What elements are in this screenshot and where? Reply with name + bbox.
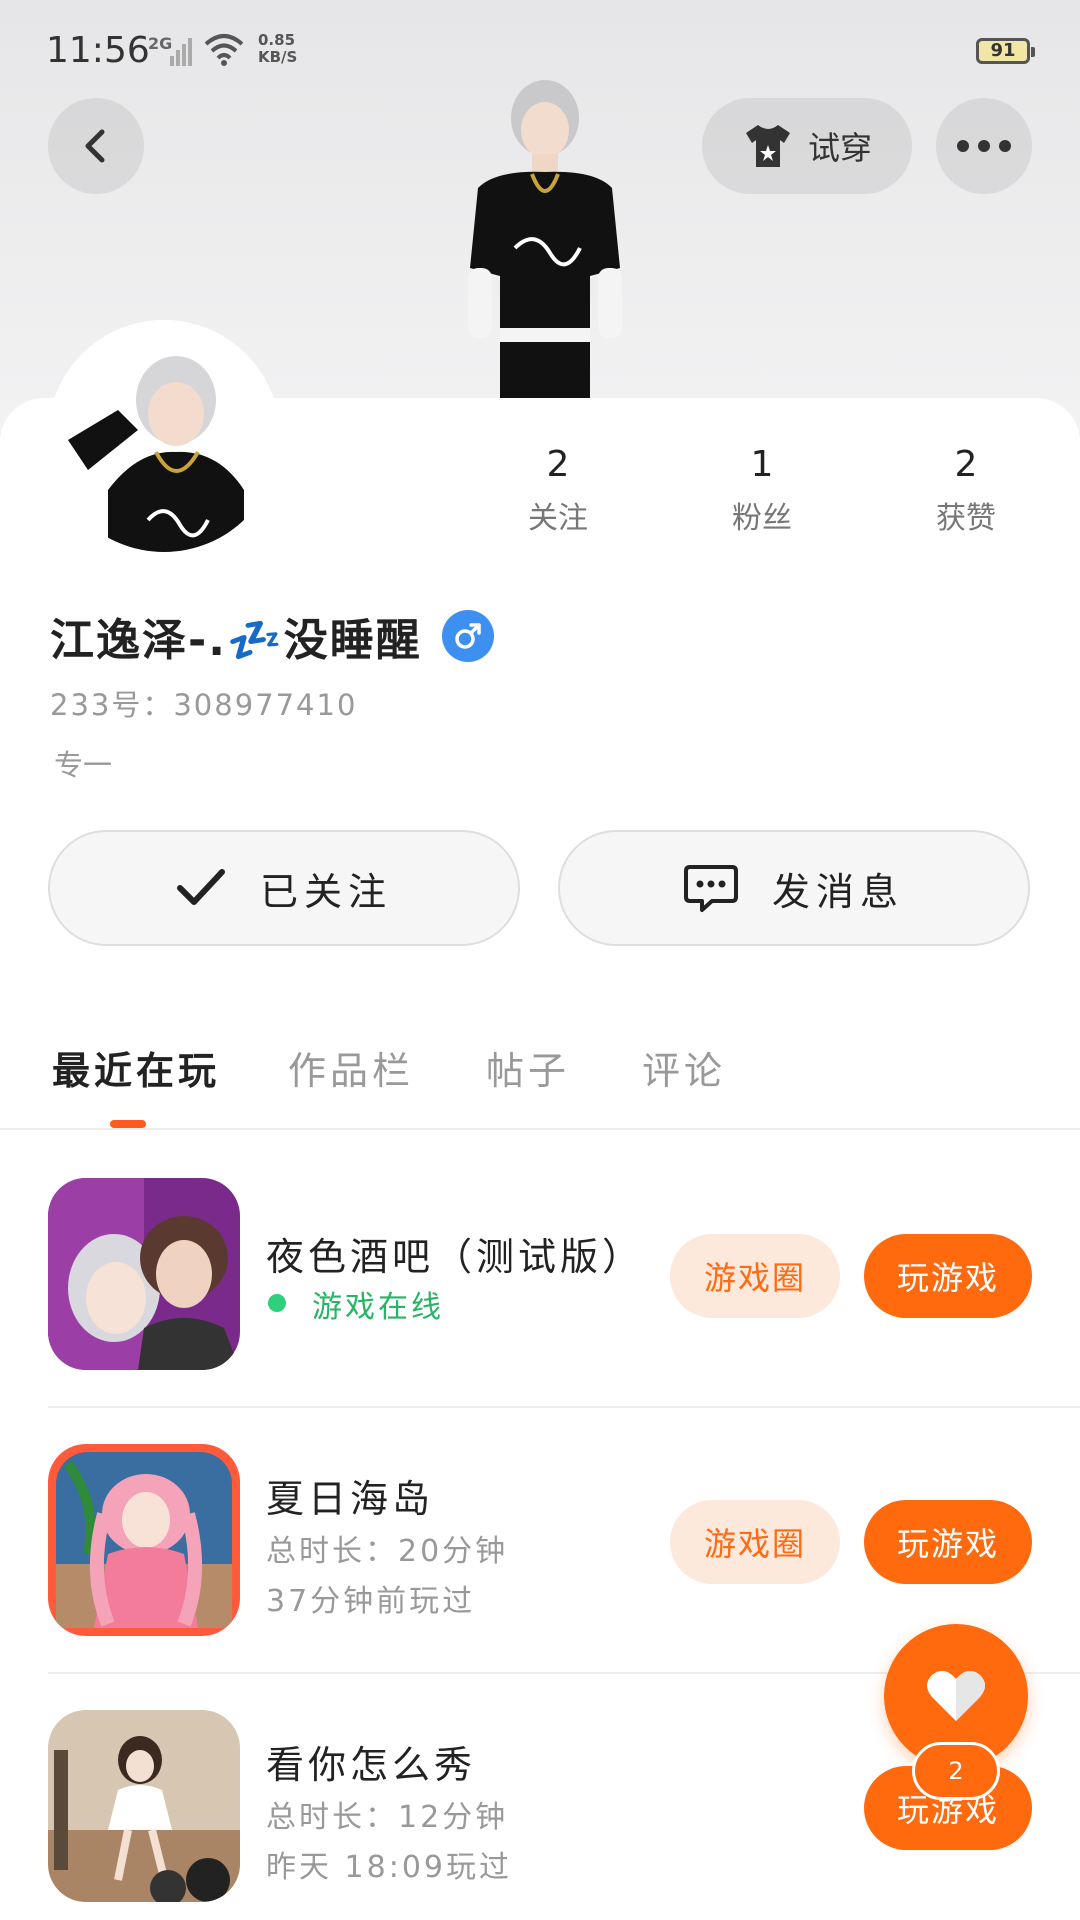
user-bio: 专一 bbox=[54, 748, 113, 782]
profile-screen: 11:56 2G 0.85 KB/S 91 试穿 2 关注 1 粉丝 2 获赞 … bbox=[0, 0, 1080, 1920]
tshirt-icon bbox=[745, 125, 790, 167]
chat-bubble-icon bbox=[683, 865, 738, 912]
avatar-image bbox=[48, 320, 280, 552]
play-game-button[interactable]: 玩游戏 bbox=[864, 1234, 1032, 1318]
game-icon[interactable] bbox=[48, 1178, 240, 1370]
online-dot bbox=[268, 1294, 286, 1312]
play-game-button[interactable]: 玩游戏 bbox=[864, 1500, 1032, 1584]
speed-unit: KB/S bbox=[258, 48, 298, 66]
game-duration: 总时长：20分钟 bbox=[266, 1534, 509, 1569]
stat-following[interactable]: 2 关注 bbox=[498, 444, 618, 537]
game-duration: 总时长：12分钟 bbox=[266, 1800, 509, 1835]
divider bbox=[48, 1406, 1080, 1408]
stat-label: 获赞 bbox=[936, 501, 996, 536]
following-button[interactable]: 已关注 bbox=[48, 830, 520, 946]
tab-works[interactable]: 作品栏 bbox=[288, 1040, 414, 1095]
user-id: 233号：308977410 bbox=[50, 688, 358, 722]
game-last-played: 昨天 18:09玩过 bbox=[266, 1850, 512, 1885]
network-type: 2G bbox=[148, 34, 173, 53]
battery-level: 91 bbox=[990, 40, 1016, 61]
game-status: 游戏在线 bbox=[312, 1290, 444, 1325]
user-name: 江逸泽-.💤没睡醒 bbox=[50, 615, 422, 666]
game-title: 夏日海岛 bbox=[266, 1477, 435, 1521]
chevron-left-icon bbox=[85, 129, 105, 163]
battery-icon: 91 bbox=[976, 38, 1035, 64]
game-circle-button[interactable]: 游戏圈 bbox=[670, 1500, 840, 1584]
tab-comments[interactable]: 评论 bbox=[642, 1040, 726, 1095]
stat-label: 粉丝 bbox=[732, 501, 792, 536]
game-icon[interactable] bbox=[48, 1710, 240, 1902]
game-circle-button[interactable]: 游戏圈 bbox=[670, 1234, 840, 1318]
network-speed: 0.85 KB/S bbox=[258, 32, 297, 66]
game-title: 夜色酒吧（测试版） bbox=[266, 1235, 645, 1279]
more-button[interactable] bbox=[936, 98, 1032, 194]
speed-value: 0.85 bbox=[258, 31, 296, 49]
game-row[interactable]: 夜色酒吧（测试版） 游戏在线 游戏圈 玩游戏 bbox=[0, 1178, 1080, 1442]
profile-tabs: 最近在玩 作品栏 帖子 评论 bbox=[0, 1030, 1080, 1130]
send-message-label: 发消息 bbox=[771, 869, 904, 914]
character-figure bbox=[468, 80, 622, 398]
send-message-button[interactable]: 发消息 bbox=[558, 830, 1030, 946]
active-tab-indicator bbox=[110, 1120, 146, 1128]
like-count: 2 bbox=[948, 1757, 964, 1785]
like-count-badge: 2 bbox=[912, 1742, 1000, 1800]
try-on-button[interactable]: 试穿 bbox=[702, 98, 912, 194]
wifi-icon bbox=[204, 34, 244, 66]
more-dots-icon bbox=[957, 140, 1011, 152]
following-label: 已关注 bbox=[259, 869, 392, 914]
try-on-label: 试穿 bbox=[807, 129, 872, 167]
divider bbox=[0, 1128, 1080, 1130]
name-row: 江逸泽-.💤没睡醒 bbox=[50, 604, 494, 668]
game-title: 看你怎么秀 bbox=[266, 1743, 477, 1787]
heart-icon bbox=[927, 1670, 985, 1721]
stat-label: 关注 bbox=[528, 501, 588, 536]
status-bar: 11:56 2G 0.85 KB/S 91 bbox=[0, 0, 1080, 100]
tab-recently-played[interactable]: 最近在玩 bbox=[52, 1040, 220, 1095]
game-last-played: 37分钟前玩过 bbox=[266, 1584, 476, 1619]
stat-value: 2 bbox=[954, 444, 978, 485]
male-icon bbox=[441, 610, 494, 662]
avatar[interactable] bbox=[48, 320, 280, 552]
checkmark-icon bbox=[176, 869, 225, 905]
stat-value: 1 bbox=[750, 444, 774, 485]
status-time: 11:56 bbox=[46, 30, 150, 71]
stat-likes[interactable]: 2 获赞 bbox=[906, 444, 1026, 537]
game-icon[interactable] bbox=[48, 1444, 240, 1636]
stat-value: 2 bbox=[546, 444, 570, 485]
signal-icon bbox=[170, 36, 192, 66]
tab-posts[interactable]: 帖子 bbox=[486, 1040, 570, 1095]
back-button[interactable] bbox=[48, 98, 144, 194]
stat-fans[interactable]: 1 粉丝 bbox=[702, 444, 822, 537]
